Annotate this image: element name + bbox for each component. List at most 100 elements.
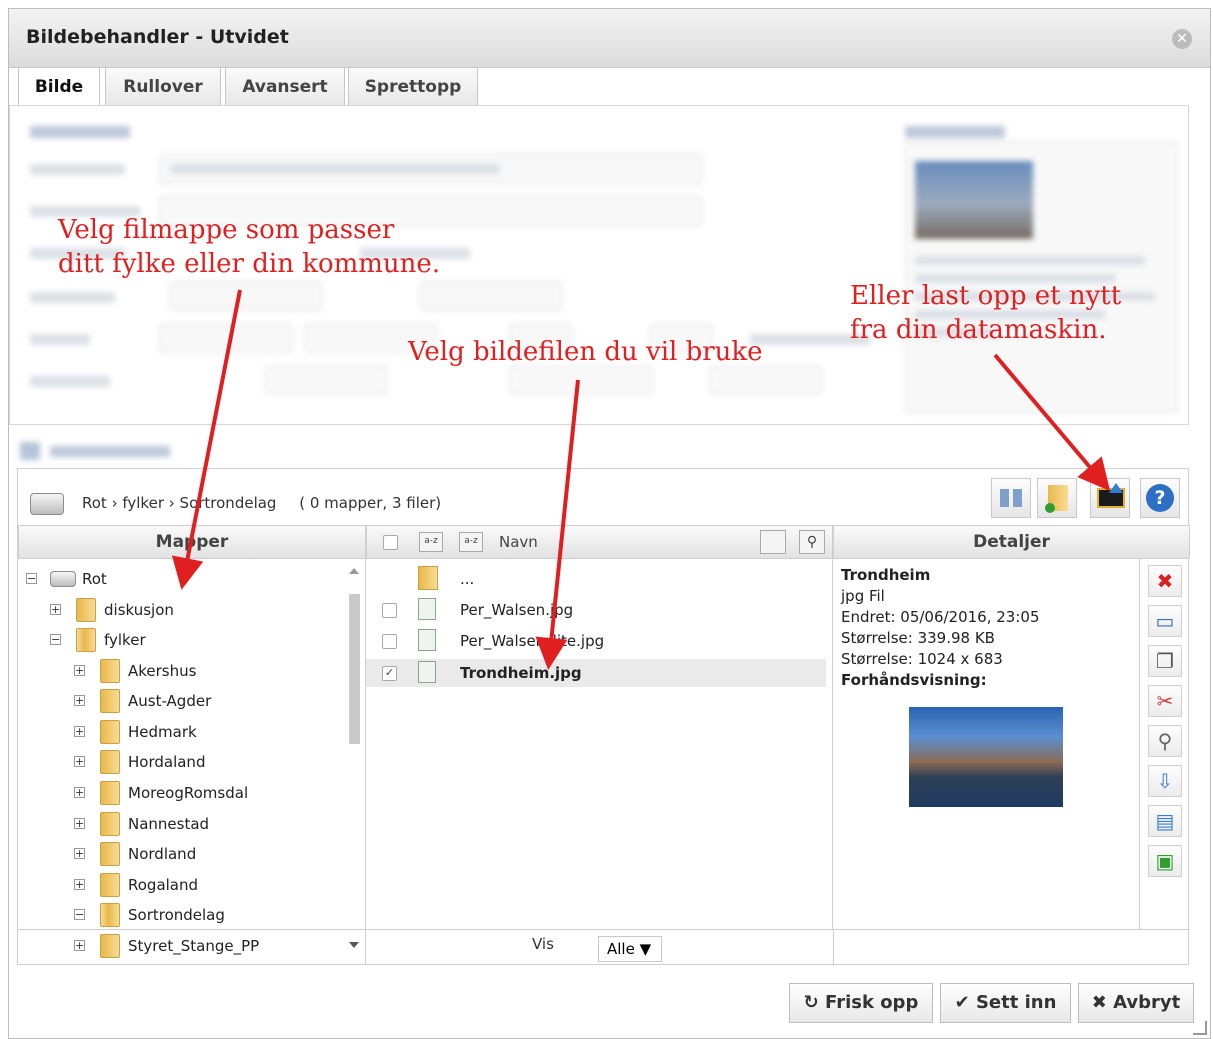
edit-image-icon[interactable]: ▤ xyxy=(1148,805,1182,837)
list-item-parent-folder[interactable]: ... xyxy=(366,565,826,593)
folder-icon xyxy=(76,598,96,622)
folder-icon xyxy=(100,659,120,683)
checkmark-icon: ✔ xyxy=(954,992,970,1013)
name-column-label[interactable]: Navn xyxy=(499,526,538,558)
breadcrumb: Rot › fylker › Sortrondelag ( 0 mapper, … xyxy=(82,494,442,512)
delete-icon[interactable]: ✖ xyxy=(1148,565,1182,597)
file-actions-toolbar: ✖ ▭ ❐ ✂ ⚲ ⇩ ▤ ▣ xyxy=(1144,559,1188,929)
collapse-icon[interactable]: − xyxy=(50,634,61,645)
cut-icon[interactable]: ✂ xyxy=(1148,685,1182,717)
tab-sprettopp[interactable]: Sprettopp xyxy=(348,67,478,107)
breadcrumb-fylker[interactable]: fylker xyxy=(122,494,164,512)
details-column-header: Detaljer xyxy=(833,525,1190,559)
expand-icon[interactable]: + xyxy=(74,818,85,829)
folder-icon xyxy=(100,689,120,713)
folders-column-header: Mapper xyxy=(18,525,366,559)
detail-name: Trondheim xyxy=(841,566,931,584)
close-icon[interactable]: ✕ xyxy=(1172,29,1192,49)
expand-icon[interactable]: + xyxy=(74,695,85,706)
annotation-file: Velg bildefilen du vil bruke xyxy=(408,337,763,367)
rename-icon[interactable]: ▭ xyxy=(1148,605,1182,637)
detail-modified: Endret: 05/06/2016, 23:05 xyxy=(841,608,1040,626)
detail-type: jpg Fil xyxy=(841,587,885,605)
folder-icon xyxy=(100,812,120,836)
list-item-per-walsen[interactable]: Per_Walsen.jpg xyxy=(366,596,826,624)
cancel-icon: ✖ xyxy=(1091,992,1107,1013)
select-all-checkbox[interactable] xyxy=(383,535,398,550)
collapse-icon[interactable]: − xyxy=(74,909,85,920)
list-view-icon[interactable] xyxy=(760,530,786,554)
resize-handle-icon[interactable] xyxy=(1193,1021,1207,1035)
file-checkbox[interactable] xyxy=(382,634,397,649)
breadcrumb-sortrondelag[interactable]: Sortrondelag xyxy=(180,494,277,512)
scroll-thumb[interactable] xyxy=(349,594,360,744)
detail-dimensions: Størrelse: 1024 x 683 xyxy=(841,650,1003,668)
view-mode-button[interactable] xyxy=(991,478,1031,518)
copy-icon[interactable]: ❐ xyxy=(1148,645,1182,677)
details-footer xyxy=(833,929,1190,966)
details-panel: Trondheim jpg Fil Endret: 05/06/2016, 23… xyxy=(833,559,1140,929)
expand-icon[interactable]: + xyxy=(74,879,85,890)
folder-icon xyxy=(100,750,120,774)
expand-icon[interactable]: + xyxy=(74,665,85,676)
detail-size: Størrelse: 339.98 KB xyxy=(841,629,995,647)
file-checkbox[interactable] xyxy=(382,603,397,618)
drive-icon xyxy=(50,571,76,587)
expand-icon[interactable]: + xyxy=(74,787,85,798)
filter-label: Vis xyxy=(532,935,554,953)
collapse-icon[interactable]: − xyxy=(26,573,37,584)
open-folder-icon xyxy=(76,628,96,652)
zoom-icon[interactable]: ⚲ xyxy=(1148,725,1182,757)
add-image-icon[interactable]: ▣ xyxy=(1148,845,1182,877)
breadcrumb-root[interactable]: Rot xyxy=(82,494,107,512)
sort-za-icon[interactable]: a-z xyxy=(459,532,483,552)
search-icon[interactable]: ⚲ xyxy=(799,530,825,554)
file-manager-legend-blurred xyxy=(20,440,180,462)
image-file-icon xyxy=(418,661,436,683)
folder-up-icon xyxy=(418,566,438,590)
file-manager-toolbar: Rot › fylker › Sortrondelag ( 0 mapper, … xyxy=(18,469,1188,525)
download-icon[interactable]: ⇩ xyxy=(1148,765,1182,797)
detail-preview-label: Forhåndsvisning: xyxy=(841,671,987,689)
help-button[interactable]: ? xyxy=(1140,478,1180,518)
drive-icon xyxy=(30,493,64,515)
filter-select[interactable]: Alle ▼ xyxy=(598,936,662,962)
folder-icon xyxy=(100,873,120,897)
file-manager: Rot › fylker › Sortrondelag ( 0 mapper, … xyxy=(17,468,1190,966)
expand-icon[interactable]: + xyxy=(74,848,85,859)
upload-button[interactable] xyxy=(1090,478,1130,518)
folder-icon xyxy=(100,781,120,805)
tab-avansert[interactable]: Avansert xyxy=(225,67,345,107)
tree-footer xyxy=(18,929,366,966)
expand-icon[interactable]: + xyxy=(74,756,85,767)
image-file-icon xyxy=(418,629,436,651)
insert-button[interactable]: ✔ Sett inn xyxy=(940,983,1071,1023)
new-folder-button[interactable] xyxy=(1037,478,1077,518)
folder-icon xyxy=(100,720,120,744)
image-file-icon xyxy=(418,598,436,620)
expand-icon[interactable]: + xyxy=(50,604,61,615)
open-folder-icon xyxy=(100,903,120,927)
annotation-upload: Eller last opp et nytt fra din datamaski… xyxy=(850,281,1122,345)
help-icon: ? xyxy=(1146,484,1174,512)
sort-az-icon[interactable]: a-z xyxy=(419,532,443,552)
file-list: ... Per_Walsen.jpg Per_Walsen_lite.jpg ✓… xyxy=(366,559,833,929)
tab-rullover[interactable]: Rullover xyxy=(105,67,221,107)
scroll-up-icon[interactable] xyxy=(349,568,359,574)
dialog-title: Bildebehandler - Utvidet xyxy=(26,26,289,48)
folder-tree-scrollbar[interactable] xyxy=(345,564,363,964)
list-item-per-walsen-lite[interactable]: Per_Walsen_lite.jpg xyxy=(366,627,826,655)
file-checkbox-checked[interactable]: ✓ xyxy=(382,666,397,681)
image-preview xyxy=(909,707,1063,807)
refresh-icon: ↻ xyxy=(803,992,819,1013)
tab-bilde[interactable]: Bilde xyxy=(18,67,100,109)
dialog-titlebar: Bildebehandler - Utvidet ✕ xyxy=(9,9,1210,68)
thumbnail-view-icon xyxy=(1000,489,1022,507)
annotation-folder: Velg filmappe som passer ditt fylke elle… xyxy=(58,215,441,279)
cancel-button[interactable]: ✖ Avbryt xyxy=(1078,983,1194,1023)
refresh-button[interactable]: ↻ Frisk opp xyxy=(789,983,933,1023)
expand-icon[interactable]: + xyxy=(74,726,85,737)
files-column-header: a-z a-z Navn ⚲ xyxy=(366,525,833,559)
folder-file-count: ( 0 mapper, 3 filer) xyxy=(299,494,442,512)
list-item-trondheim[interactable]: ✓ Trondheim.jpg xyxy=(366,659,826,687)
